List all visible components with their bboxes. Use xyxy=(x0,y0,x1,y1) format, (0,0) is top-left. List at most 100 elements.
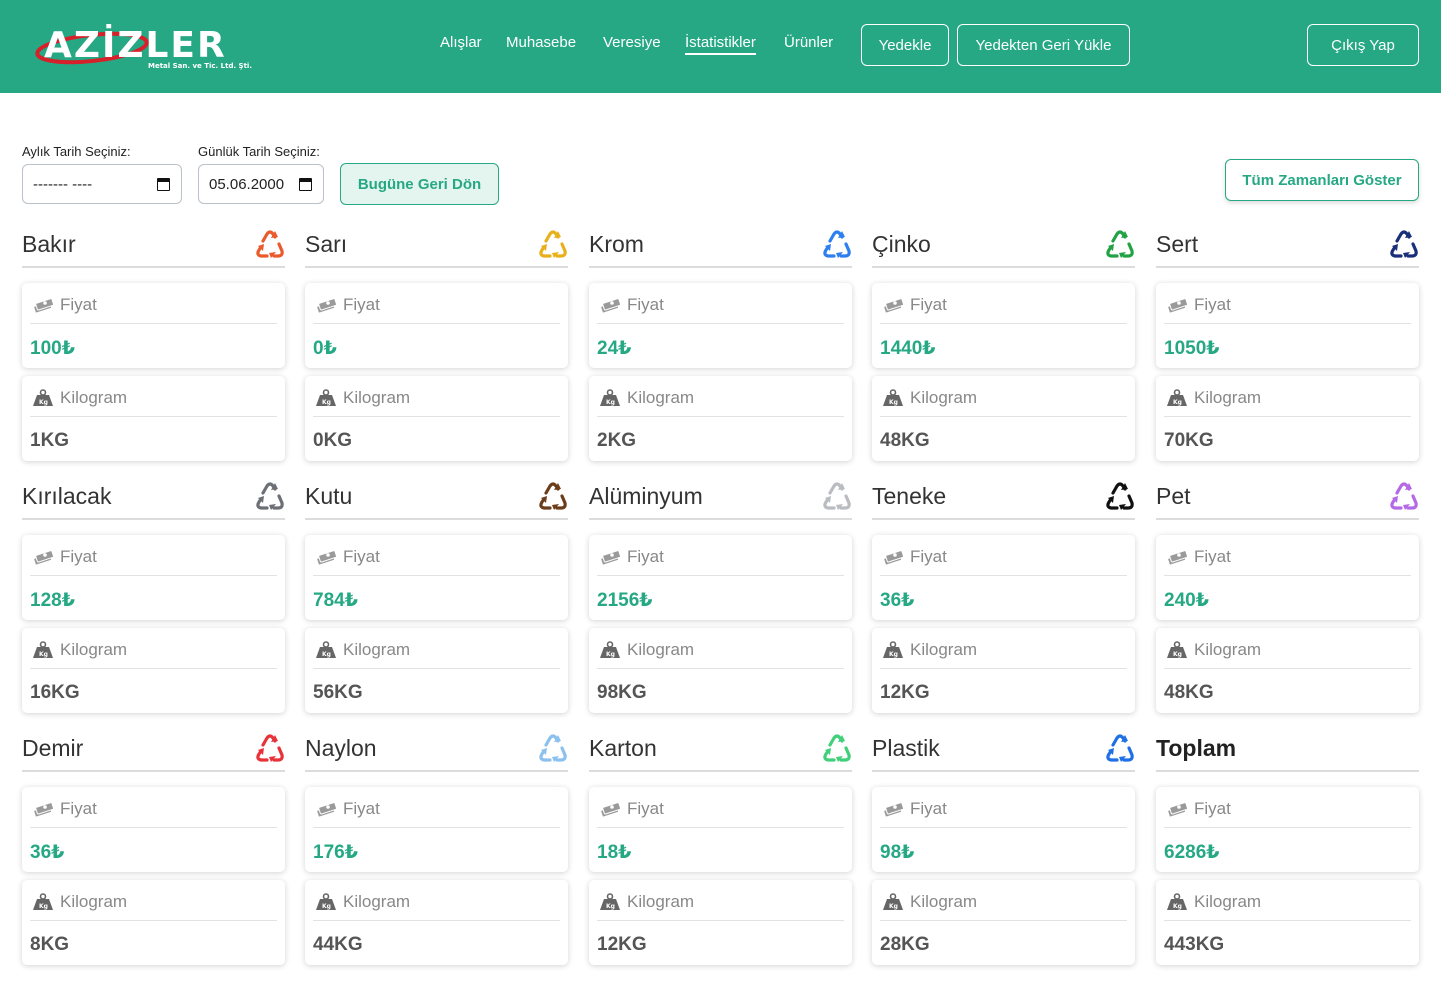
stat-divider xyxy=(597,827,844,828)
kilogram-box: Kg Kilogram 44KG xyxy=(305,880,568,965)
show-all-time-button[interactable]: Tüm Zamanları Göster xyxy=(1225,159,1419,201)
kilogram-box: Kg Kilogram 0KG xyxy=(305,376,568,461)
stat-divider xyxy=(597,920,844,921)
nav-link-istatistikler[interactable]: İstatistikler xyxy=(685,34,756,55)
price-header: Fiyat xyxy=(599,799,664,819)
kilogram-header: Kg Kilogram xyxy=(1166,892,1261,912)
price-header: Fiyat xyxy=(1166,799,1231,819)
material-card: Sert Fiyat 1050₺ Kg Kilogram 70KG xyxy=(1156,230,1419,467)
logout-button[interactable]: Çıkış Yap xyxy=(1307,24,1419,66)
material-card: Toplam Fiyat 6286₺ Kg Kilogram 443KG xyxy=(1156,735,1419,971)
svg-text:Kg: Kg xyxy=(39,651,48,658)
stat-divider xyxy=(30,920,277,921)
weight-icon: Kg xyxy=(316,389,336,406)
kilogram-header: Kg Kilogram xyxy=(882,640,977,660)
stat-divider xyxy=(313,416,560,417)
svg-text:Kg: Kg xyxy=(322,399,331,406)
title-divider xyxy=(589,518,852,520)
title-divider xyxy=(589,770,852,772)
kilogram-label: Kilogram xyxy=(343,388,411,407)
weight-icon: Kg xyxy=(600,641,620,658)
logo-subtitle: Metal San. ve Tic. Ltd. Şti. xyxy=(148,62,252,70)
stat-divider xyxy=(30,416,277,417)
material-title: Bakır xyxy=(22,231,76,257)
kilogram-box: Kg Kilogram 12KG xyxy=(872,628,1135,713)
restore-backup-button[interactable]: Yedekten Geri Yükle xyxy=(957,24,1130,66)
price-box: Fiyat 240₺ xyxy=(1156,535,1419,620)
material-title: Karton xyxy=(589,735,657,761)
back-to-today-button[interactable]: Bugüne Geri Dön xyxy=(340,163,499,205)
title-divider xyxy=(1156,770,1419,772)
kilogram-label: Kilogram xyxy=(60,640,128,659)
money-icon xyxy=(316,802,337,818)
price-box: Fiyat 18₺ xyxy=(589,787,852,872)
title-divider xyxy=(589,266,852,268)
price-header: Fiyat xyxy=(1166,547,1231,567)
stat-divider xyxy=(1164,323,1411,324)
monthly-date-input[interactable]: ------- ---- xyxy=(22,164,182,204)
daily-date-input[interactable]: 05.06.2000 xyxy=(198,164,324,204)
kilogram-header: Kg Kilogram xyxy=(599,388,694,408)
price-value: 98₺ xyxy=(880,842,915,863)
price-box: Fiyat 98₺ xyxy=(872,787,1135,872)
material-title: Kırılacak xyxy=(22,483,112,509)
stat-divider xyxy=(30,575,277,576)
azizler-logo[interactable]: AZİZLER Metal San. ve Tic. Ltd. Şti. xyxy=(34,22,266,74)
material-title: Krom xyxy=(589,231,644,257)
kilogram-box: Kg Kilogram 443KG xyxy=(1156,880,1419,965)
title-divider xyxy=(872,770,1135,772)
money-icon xyxy=(33,298,54,314)
kilogram-header: Kg Kilogram xyxy=(32,388,127,408)
price-value: 36₺ xyxy=(30,842,65,863)
title-divider xyxy=(22,770,285,772)
nav-link-muhasebe[interactable]: Muhasebe xyxy=(506,34,576,51)
kilogram-header: Kg Kilogram xyxy=(1166,388,1261,408)
price-value: 0₺ xyxy=(313,338,337,359)
material-card: Teneke Fiyat 36₺ Kg Kilogram 12KG xyxy=(872,482,1135,719)
calendar-icon[interactable] xyxy=(299,178,312,191)
weight-icon: Kg xyxy=(883,641,903,658)
calendar-icon[interactable] xyxy=(157,178,170,191)
material-card: Pet Fiyat 240₺ Kg Kilogram 48KG xyxy=(1156,482,1419,719)
price-header: Fiyat xyxy=(1166,295,1231,315)
material-card: Kutu Fiyat 784₺ Kg Kilogram 56KG xyxy=(305,482,568,719)
backup-button[interactable]: Yedekle xyxy=(861,24,949,66)
nav-link-alislar[interactable]: Alışlar xyxy=(440,34,482,51)
price-label: Fiyat xyxy=(627,799,664,818)
price-value: 18₺ xyxy=(597,842,632,863)
weight-icon: Kg xyxy=(33,641,53,658)
money-icon xyxy=(1167,802,1188,818)
price-label: Fiyat xyxy=(60,547,97,566)
price-header: Fiyat xyxy=(315,547,380,567)
kilogram-label: Kilogram xyxy=(910,892,978,911)
svg-text:Kg: Kg xyxy=(1173,651,1182,658)
money-icon xyxy=(316,550,337,566)
recycle-icon xyxy=(1390,482,1418,510)
nav-link-veresiye[interactable]: Veresiye xyxy=(603,34,661,51)
material-card: Krom Fiyat 24₺ Kg Kilogram 2KG xyxy=(589,230,852,467)
material-card: Plastik Fiyat 98₺ Kg Kilogram 28KG xyxy=(872,734,1135,971)
price-label: Fiyat xyxy=(910,799,947,818)
material-card: Alüminyum Fiyat 2156₺ Kg Kilogram 98KG xyxy=(589,482,852,719)
kilogram-box: Kg Kilogram 56KG xyxy=(305,628,568,713)
kilogram-box: Kg Kilogram 28KG xyxy=(872,880,1135,965)
price-header: Fiyat xyxy=(32,547,97,567)
svg-text:Kg: Kg xyxy=(1173,903,1182,910)
top-navbar: AZİZLER Metal San. ve Tic. Ltd. Şti. Alı… xyxy=(0,0,1441,93)
nav-link-urunler[interactable]: Ürünler xyxy=(784,34,833,51)
price-header: Fiyat xyxy=(882,547,947,567)
daily-date-value: 05.06.2000 xyxy=(209,175,285,193)
price-label: Fiyat xyxy=(910,547,947,566)
title-divider xyxy=(305,518,568,520)
kilogram-value: 0KG xyxy=(313,430,353,451)
stat-divider xyxy=(880,827,1127,828)
price-header: Fiyat xyxy=(32,799,97,819)
price-value: 1440₺ xyxy=(880,338,936,359)
price-header: Fiyat xyxy=(882,799,947,819)
kilogram-box: Kg Kilogram 98KG xyxy=(589,628,852,713)
money-icon xyxy=(883,550,904,566)
stat-divider xyxy=(880,668,1127,669)
price-label: Fiyat xyxy=(627,295,664,314)
kilogram-label: Kilogram xyxy=(343,892,411,911)
kilogram-value: 8KG xyxy=(30,934,70,955)
